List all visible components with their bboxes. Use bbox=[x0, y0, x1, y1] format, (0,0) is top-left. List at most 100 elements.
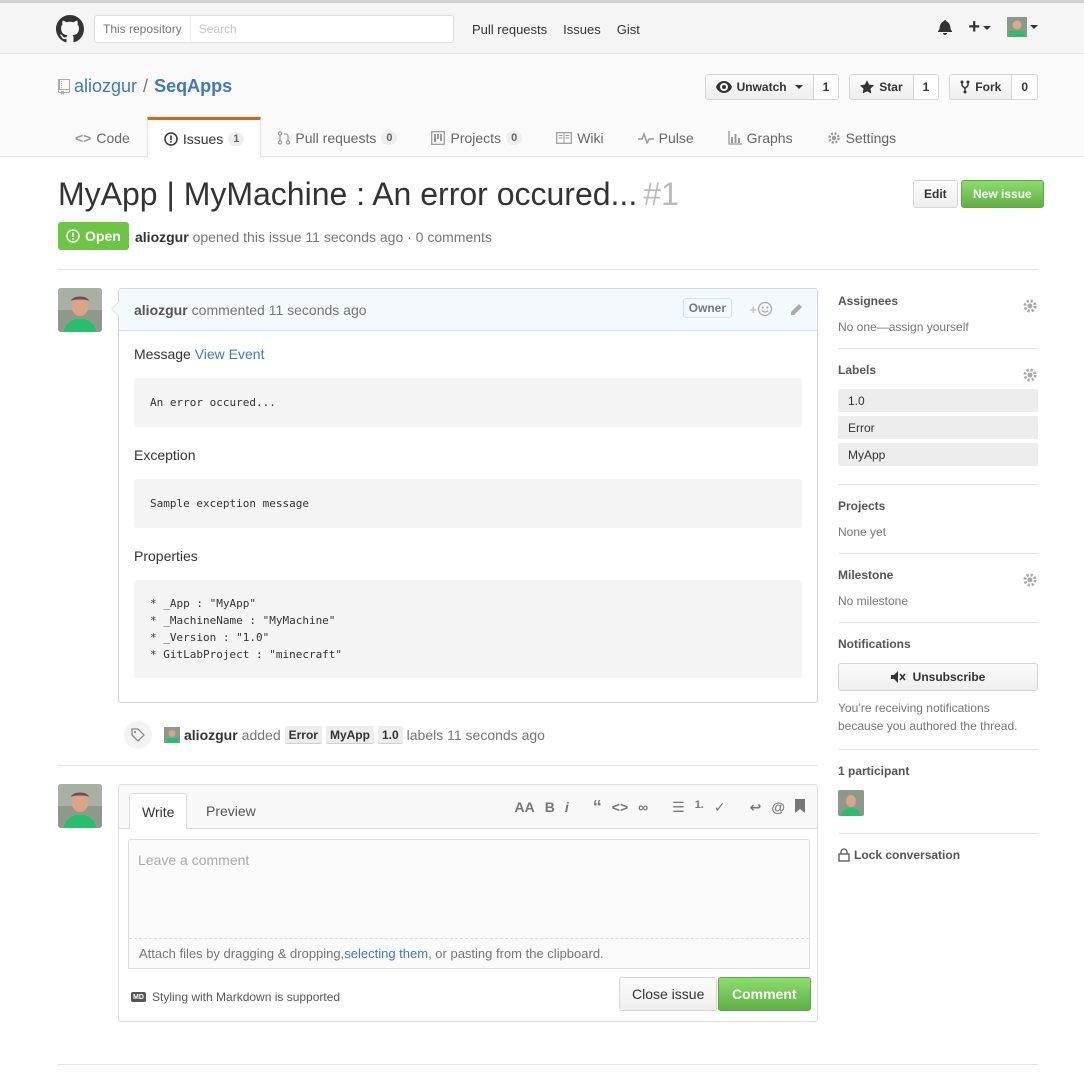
properties-code: * _App : "MyApp" * _MachineName : "MyMac… bbox=[134, 580, 802, 678]
close-issue-button[interactable]: Close issue bbox=[619, 977, 718, 1011]
event-suffix: labels 11 seconds ago bbox=[406, 727, 545, 743]
markdown-icon: MD bbox=[131, 992, 146, 1002]
avatar[interactable] bbox=[58, 288, 102, 332]
project-icon bbox=[431, 130, 446, 145]
github-logo-icon[interactable] bbox=[56, 15, 84, 43]
milestone-text: No milestone bbox=[838, 594, 909, 608]
tab-write[interactable]: Write bbox=[129, 793, 188, 830]
repo-title: aliozgur / SeqApps bbox=[58, 76, 232, 97]
italic-icon[interactable]: i bbox=[565, 799, 569, 816]
gear-icon[interactable] bbox=[1022, 298, 1038, 314]
unsubscribe-label: Unsubscribe bbox=[912, 670, 986, 684]
star-group: Star 1 bbox=[849, 74, 940, 100]
mention-icon[interactable]: @ bbox=[771, 799, 785, 816]
tab-settings[interactable]: Settings bbox=[810, 117, 914, 157]
search-box[interactable]: This repository bbox=[94, 15, 454, 43]
search-input[interactable] bbox=[190, 16, 453, 42]
projects-heading: Projects bbox=[838, 499, 886, 513]
fork-count[interactable]: 0 bbox=[1012, 74, 1038, 100]
tab-pull-requests[interactable]: Pull requests 0 bbox=[261, 117, 414, 157]
quote-icon[interactable]: “ bbox=[593, 798, 602, 816]
text-size-icon[interactable]: AA bbox=[515, 799, 535, 816]
issue-title: MyApp | MyMachine : An error occured... #… bbox=[58, 176, 679, 213]
create-new-button[interactable]: + bbox=[968, 17, 991, 37]
watch-count[interactable]: 1 bbox=[813, 74, 840, 100]
chevron-down-icon bbox=[983, 25, 991, 30]
file-drop-zone[interactable]: Attach files by dragging & dropping, sel… bbox=[129, 938, 809, 968]
reply-icon[interactable]: ↩ bbox=[750, 799, 762, 816]
gear-icon[interactable] bbox=[1022, 572, 1038, 588]
comment-textarea[interactable]: Leave a comment Attach files by dragging… bbox=[128, 839, 810, 969]
unsubscribe-button[interactable]: Unsubscribe bbox=[838, 663, 1038, 691]
nav-issues[interactable]: Issues bbox=[563, 22, 601, 37]
tab-projects[interactable]: Projects 0 bbox=[414, 117, 539, 157]
bookmark-icon[interactable] bbox=[795, 799, 805, 816]
add-reaction-button[interactable]: + bbox=[749, 301, 773, 317]
comment-time[interactable]: commented 11 seconds ago bbox=[192, 302, 367, 318]
bold-icon[interactable]: B bbox=[545, 799, 555, 816]
comment-author-link[interactable]: aliozgur bbox=[134, 302, 188, 318]
link-icon[interactable]: ∞ bbox=[638, 799, 648, 816]
code-icon[interactable]: <> bbox=[612, 799, 628, 816]
watch-button[interactable]: Unwatch bbox=[704, 74, 814, 100]
tab-pulls-label: Pull requests bbox=[295, 129, 377, 146]
avatar[interactable] bbox=[838, 790, 864, 816]
nav-pull-requests[interactable]: Pull requests bbox=[472, 22, 547, 37]
user-menu-button[interactable] bbox=[1007, 17, 1038, 37]
event-actor-link[interactable]: aliozgur bbox=[184, 727, 238, 743]
fork-group: Fork 0 bbox=[949, 74, 1038, 100]
sidebar-label-myapp[interactable]: MyApp bbox=[838, 443, 1038, 466]
star-count[interactable]: 1 bbox=[913, 74, 940, 100]
gear-icon[interactable] bbox=[1022, 367, 1038, 383]
edit-button[interactable]: Edit bbox=[913, 180, 958, 208]
label-chip-version[interactable]: 1.0 bbox=[377, 726, 403, 744]
repo-icon bbox=[58, 78, 70, 95]
lock-conversation-link[interactable]: Lock conversation bbox=[838, 848, 1038, 862]
repo-name-link[interactable]: SeqApps bbox=[154, 76, 232, 97]
message-heading: Message View Event bbox=[134, 346, 802, 362]
repo-header: aliozgur / SeqApps Unwatch 1 Star 1 Fork bbox=[0, 54, 1084, 158]
label-chip-error[interactable]: Error bbox=[284, 726, 322, 744]
sidebar-label-error[interactable]: Error bbox=[838, 416, 1038, 439]
tab-code-label: Code bbox=[96, 129, 130, 146]
message-label: Message bbox=[134, 346, 191, 362]
tab-issues[interactable]: Issues 1 bbox=[146, 117, 262, 158]
pencil-icon[interactable] bbox=[789, 303, 803, 317]
comment-body: Message View Event An error occured... E… bbox=[119, 331, 817, 713]
labels-heading: Labels bbox=[838, 363, 877, 377]
bell-icon[interactable] bbox=[938, 19, 953, 35]
tab-graphs[interactable]: Graphs bbox=[711, 117, 810, 157]
new-issue-button[interactable]: New issue bbox=[961, 180, 1044, 208]
divider bbox=[58, 269, 1038, 270]
avatar[interactable] bbox=[58, 784, 102, 828]
event-action: added bbox=[241, 727, 281, 743]
comment-button[interactable]: Comment bbox=[718, 977, 811, 1011]
fork-button[interactable]: Fork bbox=[949, 74, 1013, 100]
unordered-list-icon[interactable]: ☰ bbox=[672, 799, 685, 816]
task-list-icon[interactable]: ✓ bbox=[714, 799, 726, 816]
select-files-link[interactable]: selecting them bbox=[344, 946, 428, 961]
ordered-list-icon[interactable]: 1. bbox=[695, 799, 704, 816]
assign-yourself-link[interactable]: No one—assign yourself bbox=[838, 320, 1038, 334]
projects-counter: 0 bbox=[506, 130, 523, 145]
view-event-link[interactable]: View Event bbox=[195, 346, 265, 362]
tab-preview[interactable]: Preview bbox=[194, 793, 268, 829]
markdown-note[interactable]: MD Styling with Markdown is supported bbox=[131, 990, 340, 1004]
tab-pulse[interactable]: Pulse bbox=[621, 117, 711, 157]
star-button[interactable]: Star bbox=[849, 74, 914, 100]
nav-gist[interactable]: Gist bbox=[617, 22, 640, 37]
label-chip-myapp[interactable]: MyApp bbox=[325, 726, 374, 744]
tab-code[interactable]: <> Code bbox=[58, 117, 147, 157]
gear-icon bbox=[827, 131, 840, 144]
notification-reason: You’re receiving notifications because y… bbox=[838, 701, 1018, 733]
markdown-toolbar: AA B i “ <> ∞ ☰ 1. ✓ ↩ @ bbox=[515, 798, 805, 816]
sidebar-label-version[interactable]: 1.0 bbox=[838, 389, 1038, 412]
lock-label: Lock conversation bbox=[854, 848, 961, 862]
avatar-image bbox=[58, 288, 102, 332]
avatar[interactable] bbox=[164, 727, 180, 743]
divider bbox=[58, 1064, 1038, 1065]
tab-wiki[interactable]: Wiki bbox=[539, 117, 620, 157]
issue-sidebar: Assignees No one—assign yourself Labels … bbox=[838, 288, 1038, 862]
issue-author-link[interactable]: aliozgur bbox=[135, 229, 189, 245]
repo-owner-link[interactable]: aliozgur bbox=[74, 76, 137, 97]
